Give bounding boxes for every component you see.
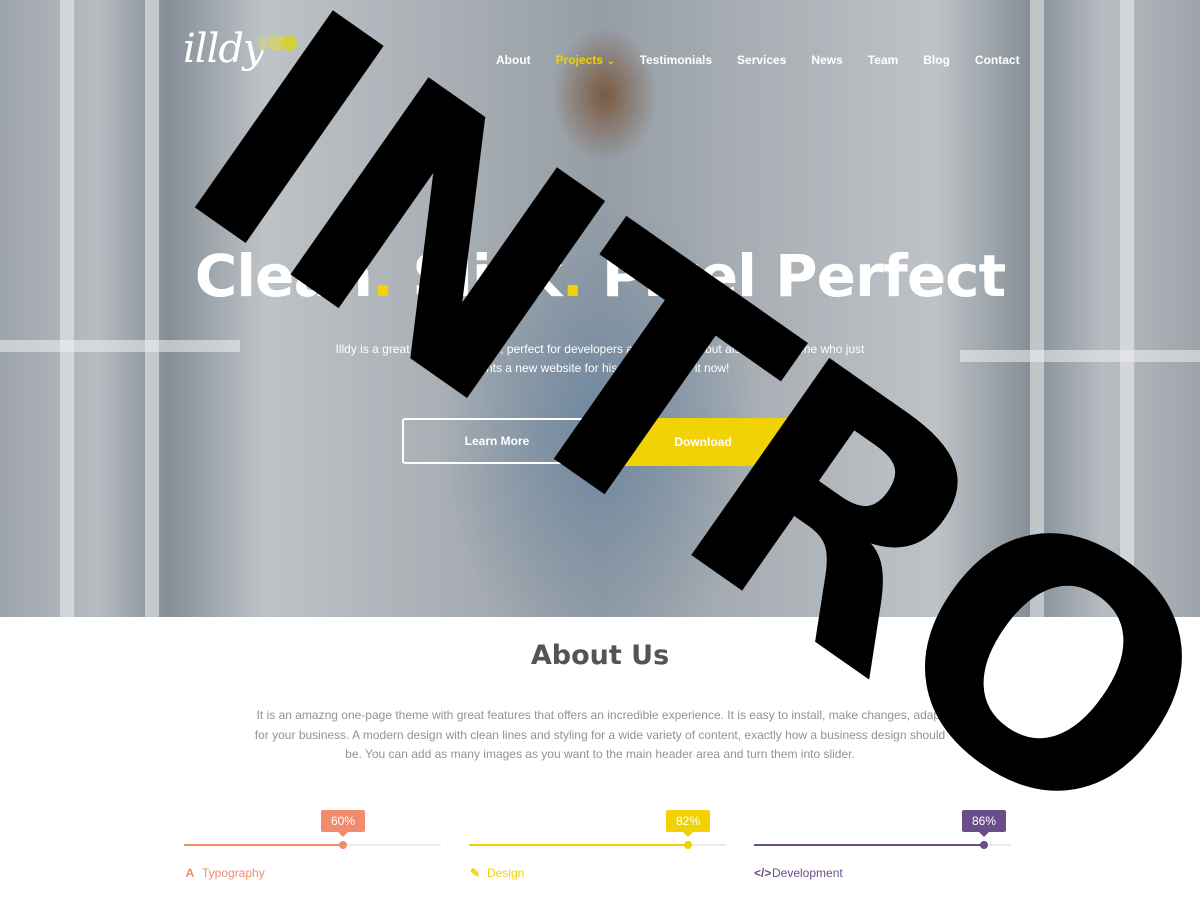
logo-dots [256,35,297,51]
skill-design: 82% ✎ Design [469,810,726,890]
skill-progress-knob [339,841,347,849]
pencil-icon: ✎ [469,866,481,880]
nav-item-news[interactable]: News [811,53,842,67]
skill-progress-fill [469,844,688,846]
hero-subtitle: Illdy is a great one-page theme, perfect… [335,342,865,375]
nav-item-testimonials[interactable]: Testimonials [640,53,712,67]
skill-progress-track [469,841,726,849]
nav-item-contact[interactable]: Contact [975,53,1020,67]
about-title: About Us [530,640,670,671]
site-logo[interactable]: illdy [183,26,297,72]
download-button[interactable]: Download [611,418,795,466]
nav-item-projects[interactable]: Projects ⌄ [556,53,615,67]
skill-progress-fill [754,844,984,846]
chevron-down-icon: ⌄ [607,56,615,66]
skill-progress-fill [184,844,343,846]
hero-title-part: Pixel Perfect [582,242,1006,310]
nav-item-team[interactable]: Team [868,53,898,67]
skill-development: 86% </> Development [754,810,1011,890]
skill-percent-badge: 86% [961,810,1007,837]
skill-label-text: Design [487,866,525,880]
skill-label-text: Development [772,866,843,880]
skill-percent-badge: 82% [665,810,711,837]
skill-label: ✎ Design [469,866,524,880]
skill-progress-knob [684,841,692,849]
code-icon: </> [754,866,772,880]
hero-title-part: Clean [194,242,373,310]
skill-typography: 60% A Typography [184,810,441,890]
hero-title-dot: . [561,242,584,310]
skill-progress-track [754,841,1011,849]
hero-title-part: Slick [393,242,562,310]
hero-section: illdy About Projects ⌄ Testimonials Servi… [0,0,1200,617]
skill-label: </> Development [754,866,843,880]
hero-title-dot: . [371,242,394,310]
skill-label-text: Typography [202,866,265,880]
nav-item-projects-label: Projects [555,53,604,67]
nav-item-about[interactable]: About [496,53,531,67]
logo-text: illdy [183,26,266,72]
about-text: It is an amazng one-page theme with grea… [254,708,946,761]
nav-item-services[interactable]: Services [737,53,786,67]
skill-label: A Typography [184,866,265,880]
nav-item-blog[interactable]: Blog [923,53,950,67]
skill-progress-track [184,841,441,849]
main-nav: About Projects ⌄ Testimonials Services Ne… [496,53,1045,67]
logo-dot [280,35,297,51]
typography-icon: A [185,866,195,880]
learn-more-button[interactable]: Learn More [402,418,592,464]
skill-progress-knob [980,841,988,849]
hero-title: Clean. Slick. Pixel Perfect [0,242,1200,310]
skill-percent-badge: 60% [320,810,366,837]
